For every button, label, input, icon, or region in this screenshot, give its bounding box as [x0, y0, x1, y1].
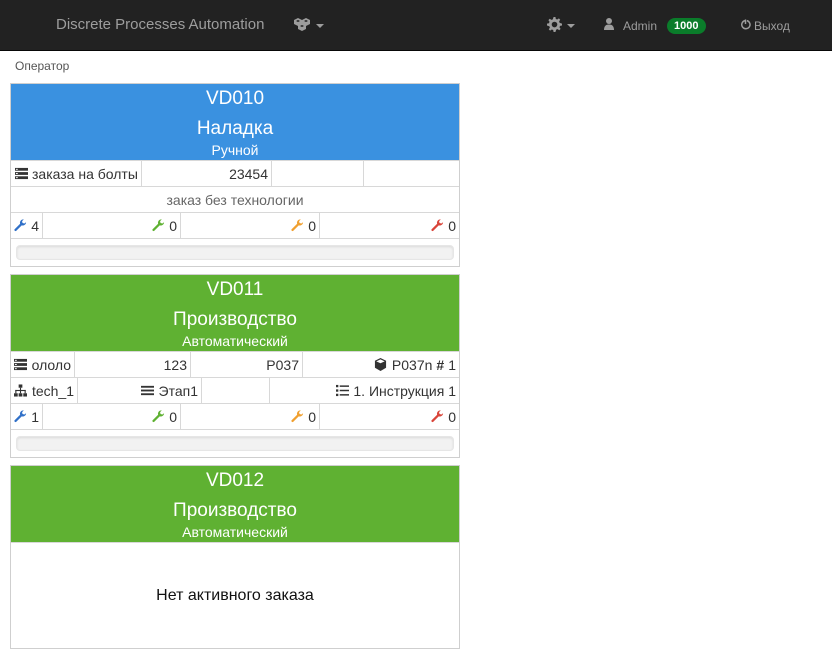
order-row: ололо 123 P037 P037n # 1	[11, 351, 459, 377]
chevron-down-icon	[567, 23, 575, 28]
machine-id: VD012	[205, 470, 265, 491]
server-icon	[14, 358, 28, 372]
order-name-cell: заказа на болты	[11, 161, 142, 186]
tool-count-green-value: 0	[169, 408, 177, 425]
user-menu[interactable]: Admin 1000	[604, 0, 706, 51]
tool-count-green: 0	[43, 213, 181, 238]
part-count: 1	[448, 356, 456, 373]
tool-count-red: 0	[320, 213, 459, 238]
wrench-icon	[14, 410, 27, 424]
tools-row: 1 0 0 0	[11, 403, 459, 429]
tool-count-red-value: 0	[448, 408, 456, 425]
cube-icon	[374, 358, 388, 372]
wrench-icon	[151, 219, 165, 233]
tool-count-blue-value: 1	[31, 408, 39, 425]
tech-name: tech_1	[31, 382, 74, 399]
machine-state: Наладка	[196, 118, 274, 139]
stage-name: Этап1	[158, 382, 198, 399]
part-n: P037n	[391, 356, 433, 373]
stage-cell: Этап1	[78, 378, 202, 403]
machine-mode: Автоматический	[182, 333, 288, 349]
chevron-down-icon	[316, 23, 324, 28]
machine-panel-vd011[interactable]: VD011 Производство Автоматический ололо …	[10, 274, 460, 458]
order-name-cell: ололо	[11, 352, 75, 377]
power-icon	[740, 18, 751, 33]
tech-cell: tech_1	[11, 378, 78, 403]
cubes-menu-dropdown[interactable]	[294, 0, 324, 51]
machine-mode: Ручной	[211, 142, 259, 158]
progress-bar	[16, 436, 454, 451]
tool-count-red: 0	[320, 404, 459, 429]
user-icon	[604, 18, 614, 33]
tools-row: 4 0 0 0	[11, 212, 459, 238]
empty-cell	[202, 378, 270, 403]
server-icon	[14, 167, 28, 181]
part-code: P037	[191, 352, 303, 377]
logout-label: Выход	[754, 18, 790, 33]
wrench-icon	[14, 219, 27, 233]
wrench-icon	[430, 410, 444, 424]
order-progress	[11, 429, 459, 457]
tool-count-blue-value: 4	[31, 217, 39, 234]
part-n-cell: P037n # 1	[303, 352, 459, 377]
order-name: заказа на болты	[32, 165, 138, 182]
instruction-cell: 1. Инструкция 1	[270, 378, 459, 403]
gear-icon	[547, 16, 562, 35]
wrench-icon	[290, 410, 304, 424]
machine-panel-vd012[interactable]: VD012 Производство Автоматический Нет ак…	[10, 465, 460, 649]
breadcrumb-operator[interactable]: Оператор	[15, 59, 69, 73]
instruction-name: 1. Инструкция 1	[353, 382, 456, 399]
machine-header: VD011 Производство Автоматический	[11, 275, 459, 351]
user-name: Admin	[623, 18, 658, 33]
list-ol-icon	[335, 384, 349, 398]
machine-id: VD011	[206, 279, 264, 300]
brand-link[interactable]: Discrete Processes Automation	[56, 16, 264, 33]
cubes-icon	[294, 17, 311, 34]
no-technology-note: заказ без технологии	[166, 191, 304, 208]
order-number: 23454	[142, 161, 272, 186]
empty-cell	[272, 161, 364, 186]
settings-menu-dropdown[interactable]	[547, 0, 575, 51]
list-icon	[141, 384, 155, 398]
wrench-icon	[151, 410, 165, 424]
tool-count-green: 0	[43, 404, 181, 429]
machine-panel-vd010[interactable]: VD010 Наладка Ручной заказа на болты 234…	[10, 83, 460, 267]
order-row: заказа на болты 23454	[11, 160, 459, 186]
tool-count-orange-value: 0	[308, 217, 316, 234]
order-progress	[11, 238, 459, 266]
tool-count-orange: 0	[181, 404, 320, 429]
logout-link[interactable]: Выход	[740, 0, 790, 51]
top-navbar: Discrete Processes Automation Admin 1000…	[0, 0, 832, 51]
machine-header: VD010 Наладка Ручной	[11, 84, 459, 160]
empty-cell	[364, 161, 459, 186]
sitemap-icon	[14, 384, 28, 398]
machine-state: Производство	[173, 500, 297, 521]
progress-bar	[16, 245, 454, 260]
machine-id: VD010	[205, 88, 265, 109]
tool-count-orange: 0	[181, 213, 320, 238]
technology-row: tech_1 Этап1 1. Инструкция 1	[11, 377, 459, 403]
tool-count-orange-value: 0	[308, 408, 316, 425]
hashtag-icon: #	[436, 356, 445, 373]
wrench-icon	[430, 219, 444, 233]
tool-count-red-value: 0	[448, 217, 456, 234]
order-name: ололо	[31, 356, 71, 373]
tool-count-green-value: 0	[169, 217, 177, 234]
user-score-badge: 1000	[667, 17, 706, 34]
wrench-icon	[290, 219, 304, 233]
order-number: 123	[75, 352, 191, 377]
no-active-order-message: Нет активного заказа	[11, 542, 459, 648]
machine-header: VD012 Производство Автоматический	[11, 466, 459, 542]
tool-count-blue: 1	[11, 404, 43, 429]
tool-count-blue: 4	[11, 213, 43, 238]
technology-row: заказ без технологии	[11, 186, 459, 212]
machine-mode: Автоматический	[182, 524, 288, 540]
machine-state: Производство	[173, 309, 297, 330]
